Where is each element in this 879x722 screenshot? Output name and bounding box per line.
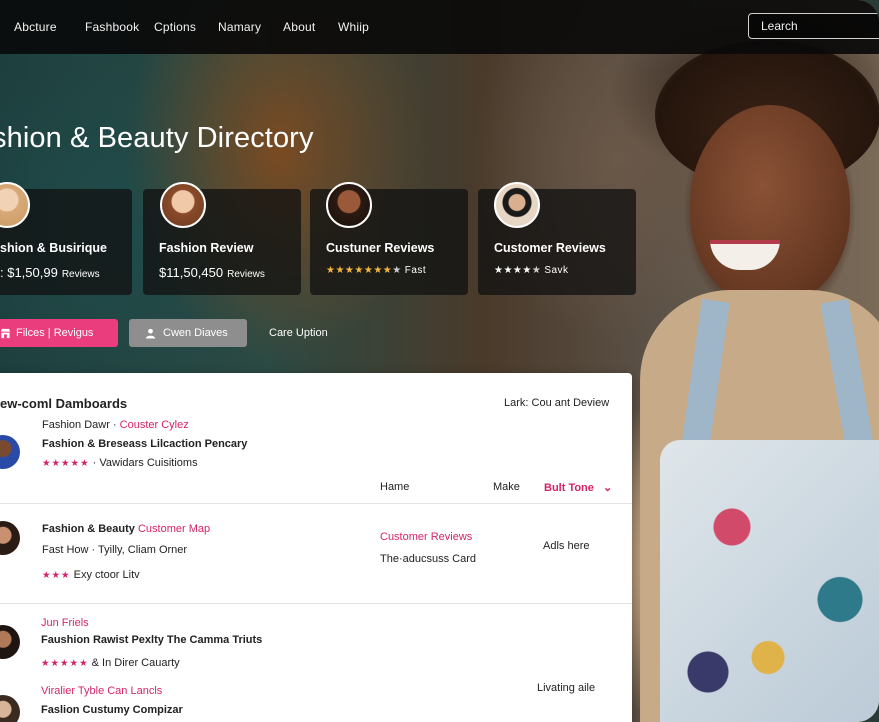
row-meta-text: Fast How [42,544,89,556]
row-rating: ★★★★★ & In Direr Cauarty [41,657,180,669]
rating-label: Fast [404,265,427,276]
row-rating: ★★★ Exy ctoor Litv [42,569,140,581]
row-right-text: Adls here [543,540,590,552]
stat-card-title: Customer Reviews [494,241,606,255]
owner-button[interactable]: Cwen Diaves [129,319,247,347]
stat-card-value: $11,50,450 Reviews [159,265,265,280]
row-meta-link[interactable]: Couster Cylez [120,419,189,431]
star-rating: ★★★ [42,570,71,581]
row-subtext: & In Direr Cauarty [91,657,180,669]
row-title-text: Fashion & Beauty [42,523,135,535]
row-meta-separator: · [109,419,120,431]
row-divider [0,503,632,504]
row-title[interactable]: Faslion Custumy Compizar [41,704,183,716]
customer-reviews-link[interactable]: Customer Reviews [380,531,472,543]
avatar [326,182,372,228]
reviews-button[interactable]: Filces | Revigus [0,319,118,347]
stars-filled: ★★★★ [494,265,532,276]
avatar [160,182,206,228]
reviews-button-label: Filces | Revigus [16,327,94,339]
hero-photo-overalls [660,440,879,722]
panel-right-heading: Lark: Cou ant Deview [504,397,610,409]
row-mid-text: The·aducsuss Card [380,553,476,565]
page-title: shion & Beauty Directory [0,122,314,154]
stars-empty: ★ [531,265,542,276]
panel-heading: ew-coml Damboards [0,396,128,411]
stat-card-unit: Reviews [227,269,265,280]
column-header-label: Bult Tone [544,482,594,494]
nav-item-whiip[interactable]: Whiip [338,20,369,34]
avatar [0,695,20,722]
stat-card-title: Fashion Review [159,241,254,255]
dashboard-panel: ew-coml Damboards Lark: Cou ant Deview F… [0,373,632,722]
stat-card-title: Custuner Reviews [326,241,435,255]
nav-item-abcture[interactable]: Abcture [14,20,57,34]
avatar [0,625,20,659]
row-link[interactable]: Jun Friels [41,617,89,629]
row-right-text: Livating aile [537,682,596,694]
search-input[interactable] [748,13,879,39]
row-subtext: Vawidars Cuisitioms [99,457,198,469]
column-header-bult-tone[interactable]: Bult Tone ⌄ [544,481,612,494]
nav-item-cptions[interactable]: Cptions [154,20,196,34]
row-meta-text: Fashion Dawr [42,419,110,431]
row-meta: Fast How · Tyilly, Cliam Orner [42,544,187,556]
top-nav: Abcture Fashbook Cptions Namary About Wh… [0,0,879,54]
chevron-down-icon: ⌄ [602,482,613,494]
rating-label: Savk [544,265,569,276]
store-icon [0,319,11,347]
row-title[interactable]: Fashion & Beauty Customer Map [42,523,210,535]
star-rating: ★★★★★ [42,458,90,469]
stat-card-amount: : $1,50,99 [0,265,58,280]
row-subtext: Exy ctoor Litv [73,569,140,581]
stat-card-amount: $11,50,450 [159,265,224,280]
column-header-make[interactable]: Make [493,481,520,493]
nav-item-fashbook[interactable]: Fashbook [85,20,139,34]
star-rating: ★★★★★ [41,658,89,669]
row-meta-separator: · [88,544,99,556]
avatar [494,182,540,228]
star-rating: ★★★★★★★★ Fast [326,265,426,276]
row-divider [0,603,632,604]
hero-photo-face [690,105,850,305]
row-title-link[interactable]: Customer Map [138,523,210,535]
column-header-hame[interactable]: Hame [380,481,409,493]
care-option-link[interactable]: Care Uption [269,327,328,339]
row-link[interactable]: Viralier Tyble Can Lancls [41,685,162,697]
row-meta-rest: Tyilly, Cliam Orner [98,544,188,556]
stat-card-value: : $1,50,99 Reviews [0,265,100,280]
owner-button-label: Cwen Diaves [163,327,228,339]
row-title[interactable]: Fashion & Breseass Lilcaction Pencary [42,438,247,450]
avatar [0,435,20,469]
avatar [0,521,20,555]
row-title[interactable]: Faushion Rawist Pexlty The Camma Triuts [41,634,262,646]
stat-card-title: shion & Busirique [0,241,107,255]
row-meta: Fashion Dawr · Couster Cylez [42,419,189,431]
star-rating: ★★★★★ Savk [494,265,569,276]
row-rating: ★★★★★ · Vawidars Cuisitioms [42,457,198,469]
stat-card-unit: Reviews [61,269,100,280]
user-icon [145,319,156,347]
stars-filled: ★★★★★★★ [326,265,393,276]
nav-item-about[interactable]: About [283,20,315,34]
nav-item-namary[interactable]: Namary [218,20,261,34]
stars-empty: ★ [392,265,402,276]
app-frame: Abcture Fashbook Cptions Namary About Wh… [0,0,879,722]
